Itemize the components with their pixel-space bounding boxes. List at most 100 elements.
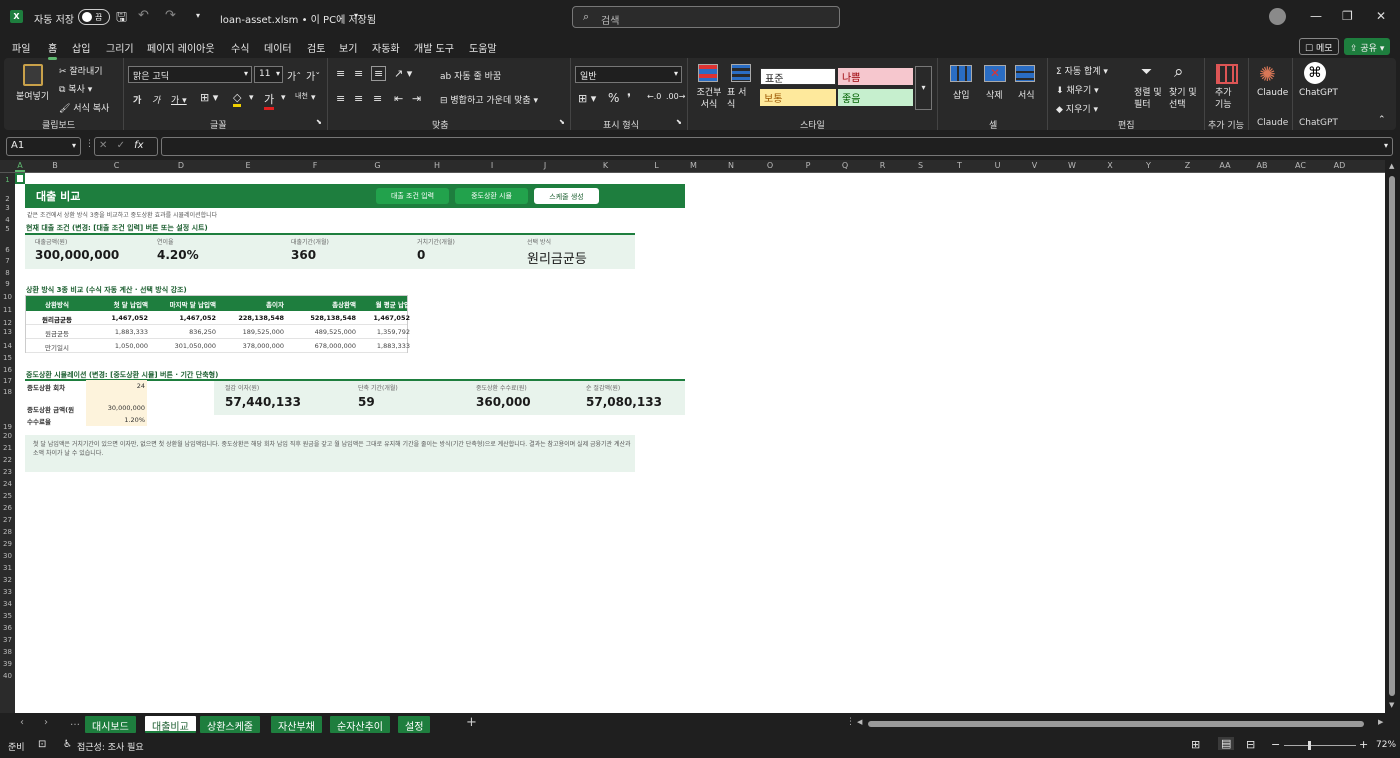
merge-center-button[interactable]: ⊟ 병합하고 가운데 맞춤 ▾: [440, 93, 538, 106]
menu-10[interactable]: 개발 도구: [414, 40, 454, 55]
close-icon[interactable]: ✕: [1376, 9, 1386, 23]
copy-button[interactable]: ⧉ 복사 ▾: [59, 82, 92, 95]
insert-function-icon[interactable]: fx: [134, 140, 143, 151]
row-header-21[interactable]: 21: [0, 444, 15, 452]
row-header-11[interactable]: 11: [0, 306, 15, 314]
avatar[interactable]: [1269, 8, 1286, 25]
italic-button[interactable]: 가: [152, 93, 160, 106]
column-header-C[interactable]: C: [85, 161, 148, 170]
autosave-toggle[interactable]: 끔: [78, 9, 110, 25]
confirm-entry-icon[interactable]: ✓: [117, 140, 125, 151]
column-header-J[interactable]: J: [517, 161, 573, 170]
menu-7[interactable]: 검토: [307, 40, 325, 55]
tab-2[interactable]: 상환스케줄: [200, 716, 260, 733]
row-header-15[interactable]: 15: [0, 354, 15, 362]
align-top-icon[interactable]: ≡: [336, 67, 345, 80]
selected-cell-a1[interactable]: [15, 173, 25, 184]
accessibility-icon[interactable]: ♿: [63, 739, 72, 750]
row-header-24[interactable]: 24: [0, 480, 15, 488]
formula-input[interactable]: ▾: [161, 137, 1393, 156]
align-left-icon[interactable]: ≡: [336, 92, 345, 105]
column-header-W[interactable]: W: [1053, 161, 1091, 170]
row-header-9[interactable]: 9: [0, 280, 15, 288]
row-header-12[interactable]: 12: [0, 319, 15, 327]
column-header-D[interactable]: D: [148, 161, 214, 170]
column-header-AC[interactable]: AC: [1281, 161, 1320, 170]
row-header-4[interactable]: 4: [0, 216, 15, 224]
fill-color-icon[interactable]: ◇: [233, 91, 242, 107]
column-header-E[interactable]: E: [214, 161, 282, 170]
column-header-H[interactable]: H: [407, 161, 467, 170]
sim-input-value[interactable]: 1.20%: [86, 416, 145, 424]
increase-decimal-icon[interactable]: ←.0: [647, 92, 661, 101]
undo-icon[interactable]: ↶: [138, 8, 149, 23]
menu-0[interactable]: 파일: [12, 40, 30, 55]
restore-icon[interactable]: ❐: [1342, 9, 1353, 23]
row-header-10[interactable]: 10: [0, 293, 15, 301]
column-header-Z[interactable]: Z: [1168, 161, 1207, 170]
filename-chevron-icon[interactable]: ▾: [354, 11, 358, 20]
row-header-2[interactable]: 2: [0, 195, 15, 203]
addins-button[interactable]: 추가 기능: [1215, 87, 1239, 111]
minimize-icon[interactable]: —: [1310, 9, 1322, 23]
column-header-M[interactable]: M: [675, 161, 712, 170]
column-header-AD[interactable]: AD: [1320, 161, 1359, 170]
menu-4[interactable]: 페이지 레이아웃: [147, 40, 215, 55]
column-header-F[interactable]: F: [282, 161, 348, 170]
column-header-O[interactable]: O: [750, 161, 790, 170]
zoom-out-icon[interactable]: −: [1271, 738, 1280, 751]
number-format-select[interactable]: 일반 ▾: [575, 66, 682, 83]
percent-icon[interactable]: %: [608, 91, 619, 105]
menu-11[interactable]: 도움말: [469, 40, 497, 55]
schedule-button[interactable]: 스케줄 생성: [534, 188, 599, 204]
row-header-7[interactable]: 7: [0, 257, 15, 265]
format-as-table-button[interactable]: 표 서식: [727, 87, 747, 111]
style-bad[interactable]: 나쁨: [838, 68, 913, 85]
decrease-font-icon[interactable]: 가ˇ: [306, 68, 320, 83]
row-header-23[interactable]: 23: [0, 468, 15, 476]
row-header-17[interactable]: 17: [0, 377, 15, 385]
chatgpt-button[interactable]: ChatGPT: [1299, 88, 1338, 98]
normal-view-icon[interactable]: ⊞: [1191, 738, 1200, 751]
row-header-8[interactable]: 8: [0, 269, 15, 277]
alignment-dialog-icon[interactable]: ⬊: [559, 118, 565, 126]
tab-more-icon[interactable]: …: [70, 717, 80, 728]
name-box[interactable]: A1 ▾: [6, 137, 81, 156]
column-header-X[interactable]: X: [1091, 161, 1129, 170]
column-header-Q[interactable]: Q: [826, 161, 864, 170]
prepay-sim-button[interactable]: 중도상환 시뮬: [455, 188, 528, 204]
align-middle-icon[interactable]: ≡: [354, 67, 363, 80]
row-header-36[interactable]: 36: [0, 624, 15, 632]
macro-record-icon[interactable]: ⊡: [38, 739, 46, 750]
font-dialog-icon[interactable]: ⬊: [316, 118, 322, 126]
decrease-decimal-icon[interactable]: .00→: [666, 92, 685, 101]
align-center-icon[interactable]: ≡: [354, 92, 363, 105]
row-header-32[interactable]: 32: [0, 576, 15, 584]
decrease-indent-icon[interactable]: ⇤: [394, 92, 403, 105]
tab-1[interactable]: 대출비교: [145, 716, 196, 733]
number-dialog-icon[interactable]: ⬊: [676, 118, 682, 126]
save-icon[interactable]: 🖫: [116, 8, 127, 30]
orientation-icon[interactable]: ↗ ▾: [394, 67, 412, 80]
hscroll-divider-icon[interactable]: ⋮: [846, 717, 855, 727]
column-header-V[interactable]: V: [1016, 161, 1053, 170]
fill-button[interactable]: ⬇ 채우기 ▾: [1056, 83, 1099, 96]
paste-button[interactable]: 붙여넣기: [16, 89, 49, 102]
column-header-B[interactable]: B: [25, 161, 85, 170]
comment-button[interactable]: ☐ 메모: [1299, 38, 1339, 55]
row-header-25[interactable]: 25: [0, 492, 15, 500]
fill-color-dropdown[interactable]: ▾: [249, 93, 254, 103]
row-header-18[interactable]: 18: [0, 388, 15, 396]
page-break-icon[interactable]: ⊟: [1246, 738, 1255, 751]
row-header-3[interactable]: 3: [0, 204, 15, 212]
worksheet[interactable]: 대출 비교 대출 조건 입력 중도상환 시뮬 스케줄 생성 같은 조건에서 상환…: [15, 173, 1385, 713]
horizontal-scroll-thumb[interactable]: [868, 721, 1364, 727]
row-header-27[interactable]: 27: [0, 516, 15, 524]
column-header-I[interactable]: I: [467, 161, 517, 170]
row-header-29[interactable]: 29: [0, 540, 15, 548]
zoom-slider-thumb[interactable]: [1308, 741, 1311, 750]
conditional-format-button[interactable]: 조건부 서식: [695, 87, 723, 111]
row-header-30[interactable]: 30: [0, 552, 15, 560]
column-header-S[interactable]: S: [901, 161, 940, 170]
style-good[interactable]: 좋음: [838, 89, 913, 106]
